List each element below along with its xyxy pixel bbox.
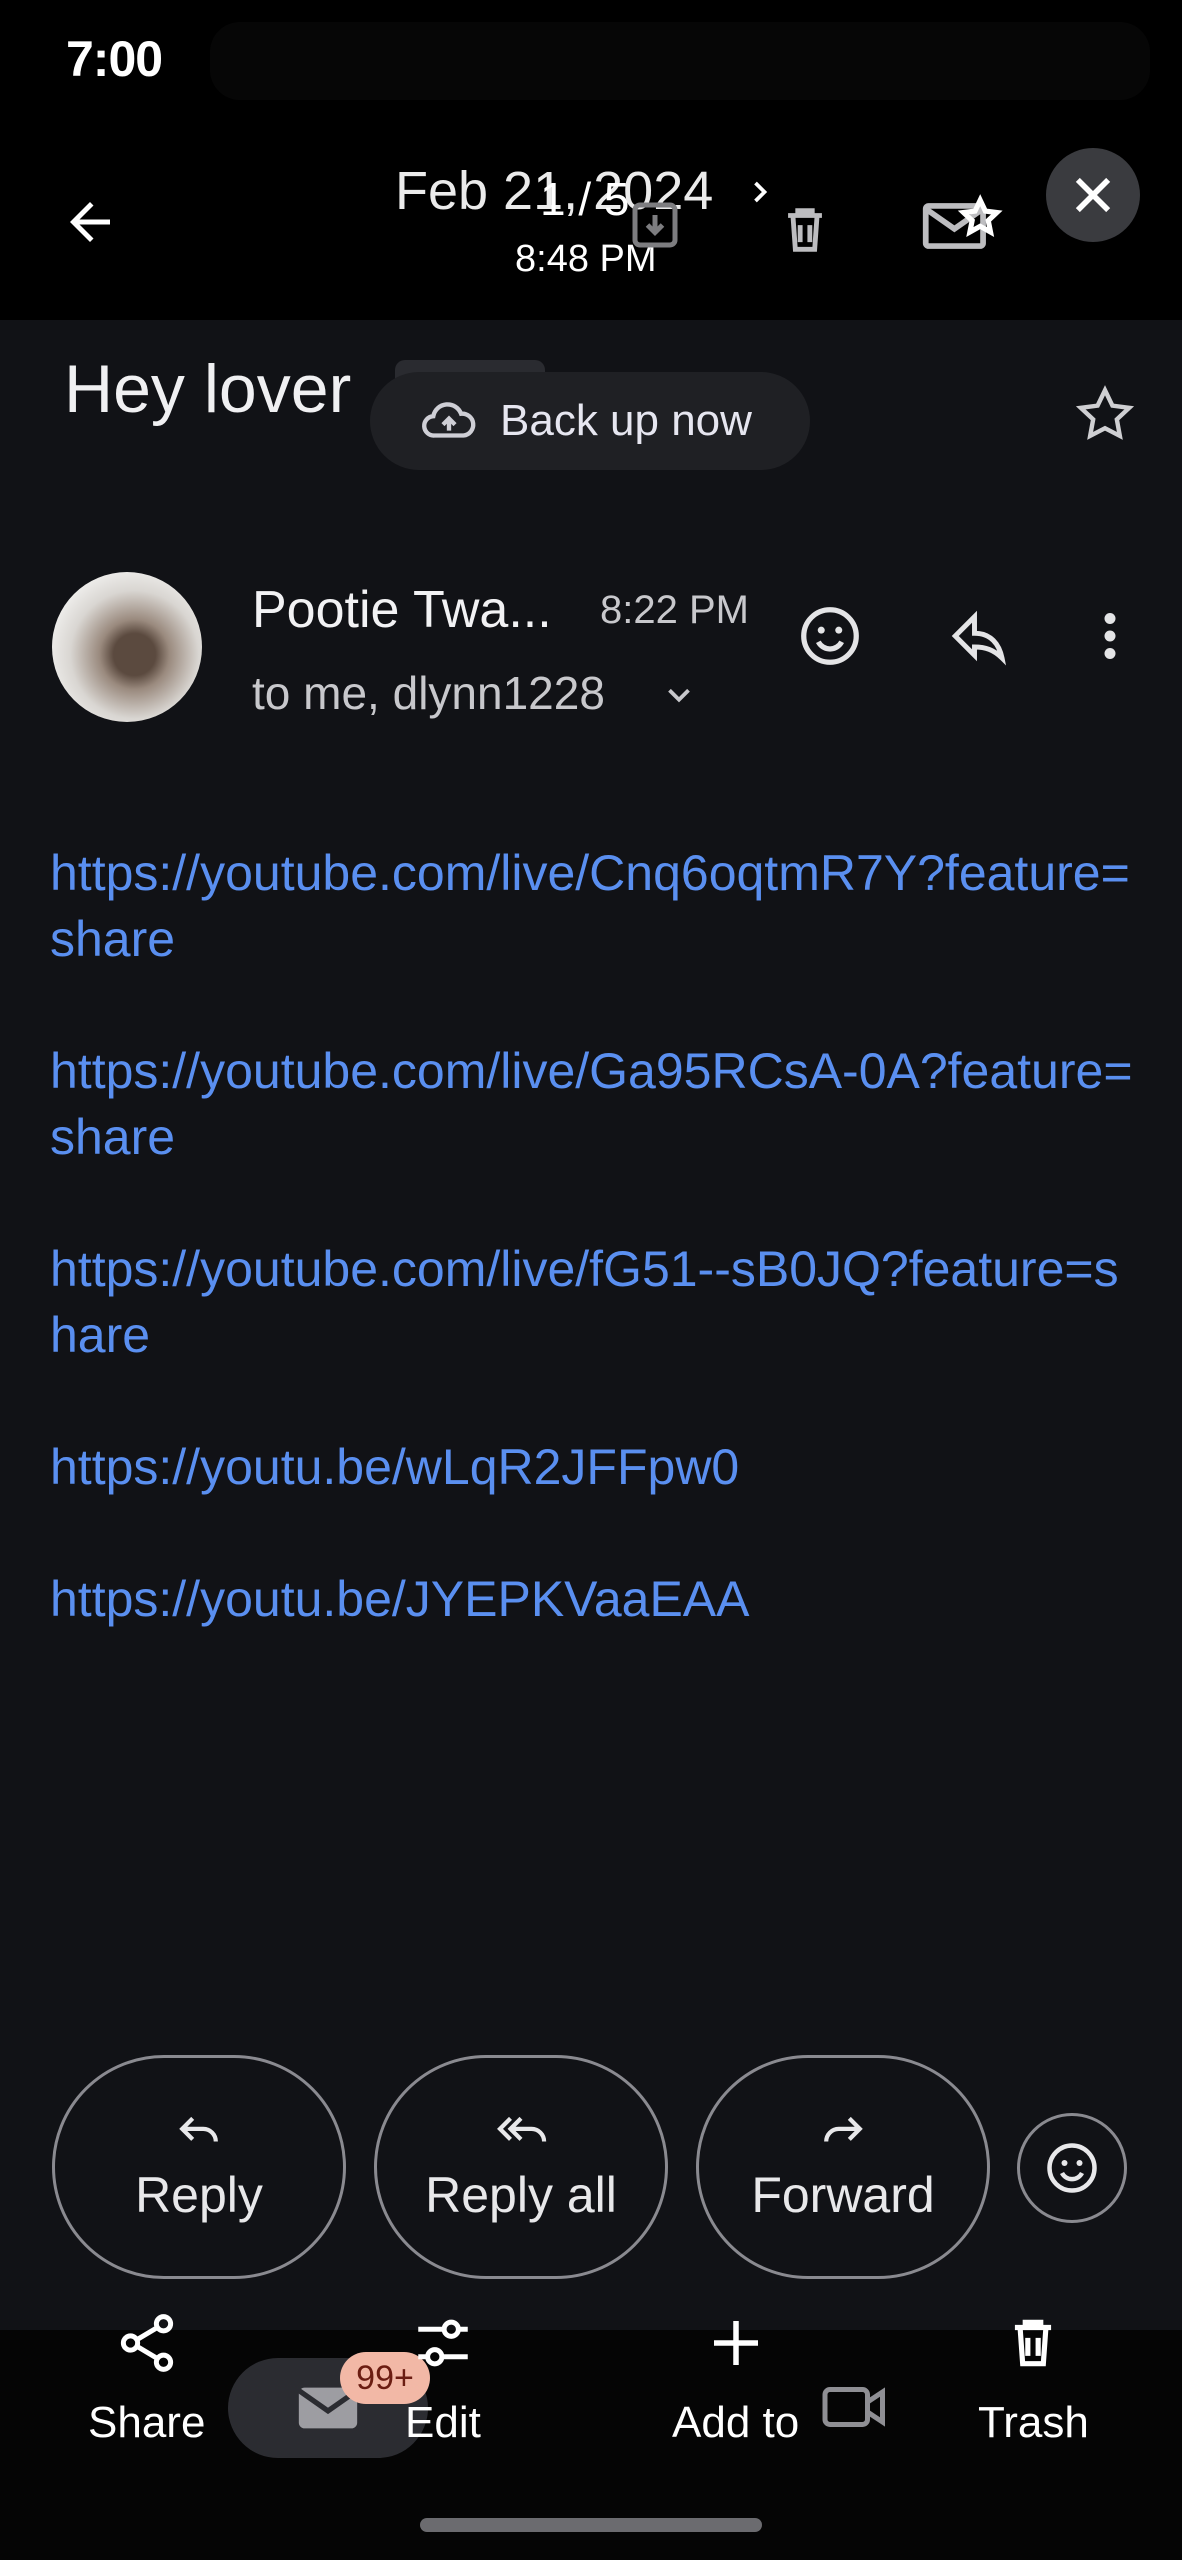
forward-label: Forward — [751, 2167, 935, 2223]
email-body: https://youtube.com/live/Cnq6oqtmR7Y?fea… — [50, 840, 1140, 1698]
close-icon — [1075, 177, 1111, 213]
email-subject: Hey lover — [64, 351, 352, 427]
more-vert-icon — [1104, 613, 1116, 659]
reply-all-icon — [497, 2116, 547, 2142]
trash-icon — [1015, 2319, 1052, 2367]
mark-unread-button[interactable] — [918, 186, 1008, 266]
status-bar: 7:00 — [0, 0, 1182, 120]
backup-label: Back up now — [500, 396, 752, 445]
edit-label: Edit — [405, 2398, 481, 2447]
youtube-link[interactable]: https://youtu.be/JYEPKVaaEAA — [50, 1566, 1140, 1632]
trash-label: Trash — [978, 2398, 1089, 2447]
close-viewer-button[interactable] — [1046, 148, 1140, 242]
delete-button[interactable] — [770, 190, 840, 270]
sender-name[interactable]: Pootie Twa... — [252, 580, 552, 640]
share-label: Share — [88, 2398, 206, 2447]
react-emoji-button[interactable] — [1017, 2113, 1127, 2223]
reply-icon — [951, 610, 1007, 666]
reply-icon — [179, 2116, 218, 2142]
video-camera-icon[interactable] — [820, 2380, 890, 2434]
edit-button[interactable]: Edit — [405, 2310, 481, 2448]
forward-icon — [824, 2116, 863, 2142]
more-options-button[interactable] — [1080, 596, 1140, 676]
add-to-label: Add to — [672, 2398, 800, 2447]
reply-all-label: Reply all — [425, 2167, 617, 2223]
screen: 7:00 Feb 21, 2024 1 / 5 8:48 PM Hey love… — [0, 0, 1182, 2560]
archive-icon — [632, 202, 678, 248]
backup-now-button[interactable]: Back up now — [370, 372, 810, 470]
reply-all-button[interactable]: Reply all — [374, 2055, 668, 2279]
recipients[interactable]: to me, dlynn1228 — [252, 666, 605, 720]
redacted-status-area — [210, 22, 1150, 100]
home-indicator[interactable] — [420, 2518, 762, 2532]
reply-label: Reply — [135, 2167, 263, 2223]
youtube-link[interactable]: https://youtube.com/live/Ga95RCsA-0A?fea… — [50, 1038, 1140, 1170]
plus-icon — [713, 2321, 758, 2365]
cloud-upload-icon — [422, 402, 476, 438]
emoji-icon — [1047, 2143, 1097, 2193]
trash-button[interactable]: Trash — [978, 2310, 1089, 2448]
back-button[interactable] — [48, 180, 132, 264]
mail-star-icon — [922, 194, 1003, 249]
reply-button[interactable]: Reply — [52, 2055, 346, 2279]
image-counter: 1 / 5 — [540, 173, 630, 225]
viewer-top-bar: Feb 21, 2024 1 / 5 8:48 PM — [0, 120, 1182, 320]
tune-icon — [418, 2319, 468, 2367]
status-time: 7:00 — [66, 31, 163, 87]
chevron-down-icon[interactable] — [660, 676, 698, 714]
forward-button[interactable]: Forward — [696, 2055, 990, 2279]
add-to-button[interactable]: Add to — [672, 2310, 799, 2448]
youtube-link[interactable]: https://youtu.be/wLqR2JFFpw0 — [50, 1434, 1140, 1500]
share-icon — [120, 2314, 173, 2372]
reply-icon-button[interactable] — [940, 596, 1020, 676]
archive-button[interactable] — [620, 190, 690, 260]
sender-avatar[interactable] — [52, 572, 202, 722]
sent-time: 8:22 PM — [600, 588, 749, 632]
youtube-link[interactable]: https://youtube.com/live/fG51--sB0JQ?fea… — [50, 1236, 1140, 1368]
emoji-icon — [801, 607, 859, 665]
trash-icon — [788, 208, 822, 252]
back-arrow-icon — [70, 202, 110, 242]
youtube-link[interactable]: https://youtube.com/live/Cnq6oqtmR7Y?fea… — [50, 840, 1140, 972]
add-reaction-button[interactable] — [790, 596, 870, 676]
share-button[interactable]: Share — [88, 2310, 205, 2448]
star-icon[interactable] — [1072, 382, 1138, 448]
